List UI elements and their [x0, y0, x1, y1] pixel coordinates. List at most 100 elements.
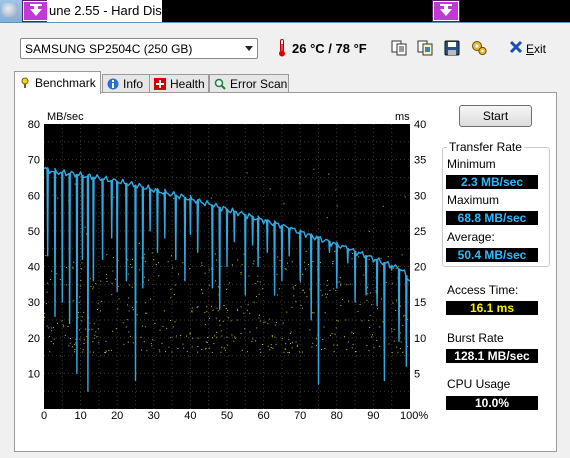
access-time-point [159, 351, 161, 353]
access-time-point [392, 302, 394, 304]
x-tick-label: 20 [111, 410, 123, 422]
x-tick-label: 50 [221, 410, 233, 422]
access-time-point [313, 168, 315, 170]
access-time-point [92, 341, 94, 343]
access-time-point [387, 256, 389, 258]
access-time-point [329, 290, 331, 292]
access-time-point [395, 309, 397, 311]
access-time-point [56, 273, 58, 275]
access-time-point [333, 344, 335, 346]
access-time-point [252, 263, 254, 265]
access-time-point [154, 323, 156, 325]
access-time-point [293, 295, 295, 297]
access-time-point [246, 172, 248, 174]
access-time-point [326, 284, 328, 286]
access-time-point [130, 264, 132, 266]
access-time-point [191, 311, 193, 313]
access-time-point [224, 349, 226, 351]
access-time-point [285, 343, 287, 345]
y-right-tick-label: 35 [414, 155, 426, 167]
access-time-point [403, 315, 405, 317]
access-time-point [151, 345, 153, 347]
access-time-point [98, 342, 100, 344]
y-left-tick-label: 40 [28, 262, 40, 274]
access-time-point [89, 322, 91, 324]
access-time-point [192, 337, 194, 339]
access-time-point [65, 267, 67, 269]
access-time-point [231, 334, 233, 336]
access-time-point [207, 337, 209, 339]
access-time-point [93, 286, 95, 288]
x-tick-label: 100% [400, 410, 428, 422]
access-time-point [142, 325, 144, 327]
access-time-point [373, 346, 375, 348]
access-time-point [84, 226, 86, 228]
access-time-point [404, 314, 406, 316]
access-time-point [287, 351, 289, 353]
access-time-point [205, 341, 207, 343]
access-time-point [345, 319, 347, 321]
access-time-point [267, 323, 269, 325]
access-time-point [191, 310, 193, 312]
access-time-point [132, 342, 134, 344]
access-time-point [215, 317, 217, 319]
access-time-point [220, 330, 222, 332]
access-time-point [89, 278, 91, 280]
access-time-point [259, 314, 261, 316]
access-time-point [126, 304, 128, 306]
access-time-point [398, 265, 400, 267]
access-time-point [62, 324, 64, 326]
access-time-point [170, 288, 172, 290]
access-time-point [150, 343, 152, 345]
access-time-point [248, 275, 250, 277]
access-time-point [299, 182, 301, 184]
access-time-point [346, 348, 348, 350]
access-time-point [290, 331, 292, 333]
access-time-point [64, 334, 66, 336]
access-time-point [324, 348, 326, 350]
access-time-point [162, 325, 164, 327]
access-time-point [391, 351, 393, 353]
access-time-point [82, 351, 84, 353]
burst-rate-value: 128.1 MB/sec [446, 349, 538, 363]
access-time-point [221, 346, 223, 348]
access-time-point [104, 351, 106, 353]
access-time-point [138, 269, 140, 271]
access-time-point [197, 306, 199, 308]
access-time-point [56, 322, 58, 324]
access-time-point [291, 347, 293, 349]
access-time-point [233, 340, 235, 342]
access-time-point [61, 320, 63, 322]
access-time-point [216, 307, 218, 309]
access-time-point [368, 231, 370, 233]
access-time-point [236, 308, 238, 310]
access-time-point [335, 189, 337, 191]
access-time-point [95, 283, 97, 285]
y-right-tick-label: 30 [414, 190, 426, 202]
access-time-point [402, 324, 404, 326]
access-time-point [301, 351, 303, 353]
access-time-point [283, 203, 285, 205]
start-button[interactable]: Start [459, 105, 532, 127]
access-time-point [80, 279, 82, 281]
access-time-point [333, 288, 335, 290]
access-time-point [336, 344, 338, 346]
access-time-point [302, 290, 304, 292]
access-time-point [129, 284, 131, 286]
access-time-point [95, 331, 97, 333]
access-time-point [110, 349, 112, 351]
access-time-point [186, 335, 188, 337]
access-time-point [369, 292, 371, 294]
access-time-point [46, 291, 48, 293]
access-time-point [129, 335, 131, 337]
access-time-point [79, 329, 81, 331]
access-time-point [370, 336, 372, 338]
access-time-point [79, 285, 81, 287]
access-time-point [72, 267, 74, 269]
tab-benchmark[interactable]: Benchmark [14, 71, 101, 94]
access-time-point [189, 333, 191, 335]
access-time-point [96, 309, 98, 311]
access-time-point [285, 348, 287, 350]
access-time-point [319, 261, 321, 263]
access-time-point [201, 262, 203, 264]
